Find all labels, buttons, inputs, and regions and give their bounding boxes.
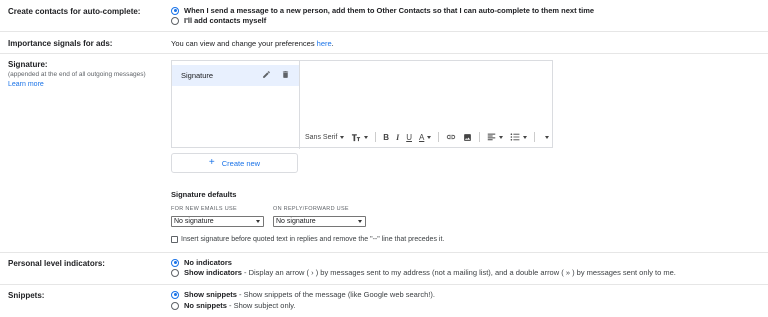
- show-indicators-option[interactable]: Show indicators - Display an arrow ( › )…: [171, 268, 676, 277]
- reply-forward-signature-select[interactable]: No signature: [273, 216, 366, 227]
- insert-before-quoted-checkbox-row[interactable]: Insert signature before quoted text in r…: [171, 236, 444, 243]
- chevron-down-icon: [545, 135, 550, 139]
- new-emails-signature-value: No signature: [174, 218, 214, 225]
- signature-item-actions: [262, 70, 290, 79]
- ads-text: You can view and change your preferences…: [171, 39, 334, 48]
- autocomplete-option-manual-label: I'll add contacts myself: [184, 16, 267, 25]
- radio-checked[interactable]: [171, 258, 179, 267]
- chevron-down-icon: [427, 135, 432, 139]
- radio-checked[interactable]: [171, 6, 179, 15]
- text-size-button[interactable]: [351, 133, 369, 142]
- signature-defaults-title: Signature defaults: [171, 190, 237, 199]
- underline-button[interactable]: U: [406, 133, 412, 142]
- insert-before-quoted-label: Insert signature before quoted text in r…: [181, 236, 445, 243]
- align-button[interactable]: [487, 133, 504, 141]
- no-indicators-option[interactable]: No indicators: [171, 258, 232, 267]
- chevron-down-icon: [256, 220, 260, 223]
- align-left-icon: [488, 133, 496, 141]
- snippets-row: Snippets: Show snippets - Show snippets …: [0, 285, 768, 317]
- radio-unchecked[interactable]: [171, 268, 179, 277]
- show-snippets-title: Show snippets: [184, 290, 237, 299]
- chevron-down-icon: [340, 135, 345, 139]
- more-formatting-button[interactable]: [542, 135, 550, 139]
- show-snippets-option[interactable]: Show snippets - Show snippets of the mes…: [171, 290, 435, 299]
- ads-here-link[interactable]: here: [317, 39, 332, 48]
- personal-indicators-label: Personal level indicators:: [8, 259, 105, 268]
- toolbar-divider: [438, 132, 440, 142]
- snippets-label: Snippets:: [8, 291, 45, 300]
- chevron-down-icon: [499, 135, 504, 139]
- text-size-icon: [352, 133, 361, 141]
- ads-label: Importance signals for ads:: [8, 39, 113, 48]
- insert-image-icon[interactable]: [463, 133, 472, 142]
- signature-label: Signature:: [8, 60, 48, 69]
- insert-before-quoted-checkbox[interactable]: [171, 236, 178, 243]
- autocomplete-row: Create contacts for auto-complete: When …: [0, 0, 768, 32]
- new-emails-signature-select[interactable]: No signature: [171, 216, 264, 227]
- no-snippets-option[interactable]: No snippets - Show subject only.: [171, 301, 296, 310]
- edit-pencil-icon[interactable]: [262, 70, 271, 79]
- delete-trash-icon[interactable]: [281, 70, 290, 79]
- list-button[interactable]: [510, 133, 528, 141]
- text-color-button[interactable]: A: [418, 132, 432, 142]
- show-indicators-title: Show indicators: [184, 268, 242, 277]
- reply-forward-label: ON REPLY/FORWARD USE: [273, 206, 349, 212]
- italic-button[interactable]: I: [396, 133, 399, 142]
- signature-list-item[interactable]: Signature: [172, 65, 299, 86]
- signature-toolbar: Sans Serif B I U A: [300, 127, 552, 147]
- signature-sublabel: (appended at the end of all outgoing mes…: [8, 71, 146, 78]
- toolbar-divider: [479, 132, 481, 142]
- new-emails-label: FOR NEW EMAILS USE: [171, 206, 237, 212]
- show-indicators-desc: - Display an arrow ( › ) by messages sen…: [241, 268, 676, 277]
- ads-row: Importance signals for ads: You can view…: [0, 32, 768, 54]
- signature-list: Signature: [172, 61, 300, 149]
- bulleted-list-icon: [510, 133, 520, 141]
- no-snippets-desc: - Show subject only.: [226, 301, 296, 310]
- chevron-down-icon: [358, 220, 362, 223]
- autocomplete-label: Create contacts for auto-complete:: [8, 7, 141, 16]
- chevron-down-icon: [364, 135, 369, 139]
- chevron-down-icon: [523, 135, 528, 139]
- plus-icon: +: [208, 157, 215, 168]
- font-family-select[interactable]: Sans Serif: [305, 133, 345, 141]
- show-snippets-desc: - Show snippets of the message (like Goo…: [236, 290, 435, 299]
- personal-indicators-row: Personal level indicators: No indicators…: [0, 253, 768, 285]
- toolbar-divider: [375, 132, 377, 142]
- radio-unchecked[interactable]: [171, 16, 179, 25]
- autocomplete-option-auto[interactable]: When I send a message to a new person, a…: [171, 6, 594, 15]
- bold-button[interactable]: B: [383, 133, 389, 142]
- text-color-letter: A: [418, 132, 425, 142]
- ads-text-main: You can view and change your preferences: [171, 39, 317, 48]
- radio-checked[interactable]: [171, 290, 179, 299]
- toolbar-divider: [534, 132, 536, 142]
- no-snippets-title: No snippets: [184, 301, 227, 310]
- autocomplete-option-manual[interactable]: I'll add contacts myself: [171, 16, 266, 25]
- radio-unchecked[interactable]: [171, 301, 179, 310]
- font-family-value: Sans Serif: [305, 133, 338, 141]
- reply-forward-signature-value: No signature: [276, 218, 316, 225]
- learn-more-link[interactable]: Learn more: [8, 81, 44, 88]
- autocomplete-option-auto-label: When I send a message to a new person, a…: [184, 6, 595, 15]
- signature-editor: Signature Sans Serif B I U A: [171, 60, 553, 149]
- signature-item-name: Signature: [181, 71, 214, 80]
- create-new-signature-button[interactable]: + Create new: [171, 153, 298, 173]
- ads-text-end: .: [331, 39, 334, 48]
- link-icon[interactable]: [446, 133, 456, 141]
- create-new-label: Create new: [221, 158, 261, 168]
- no-indicators-title: No indicators: [184, 258, 232, 267]
